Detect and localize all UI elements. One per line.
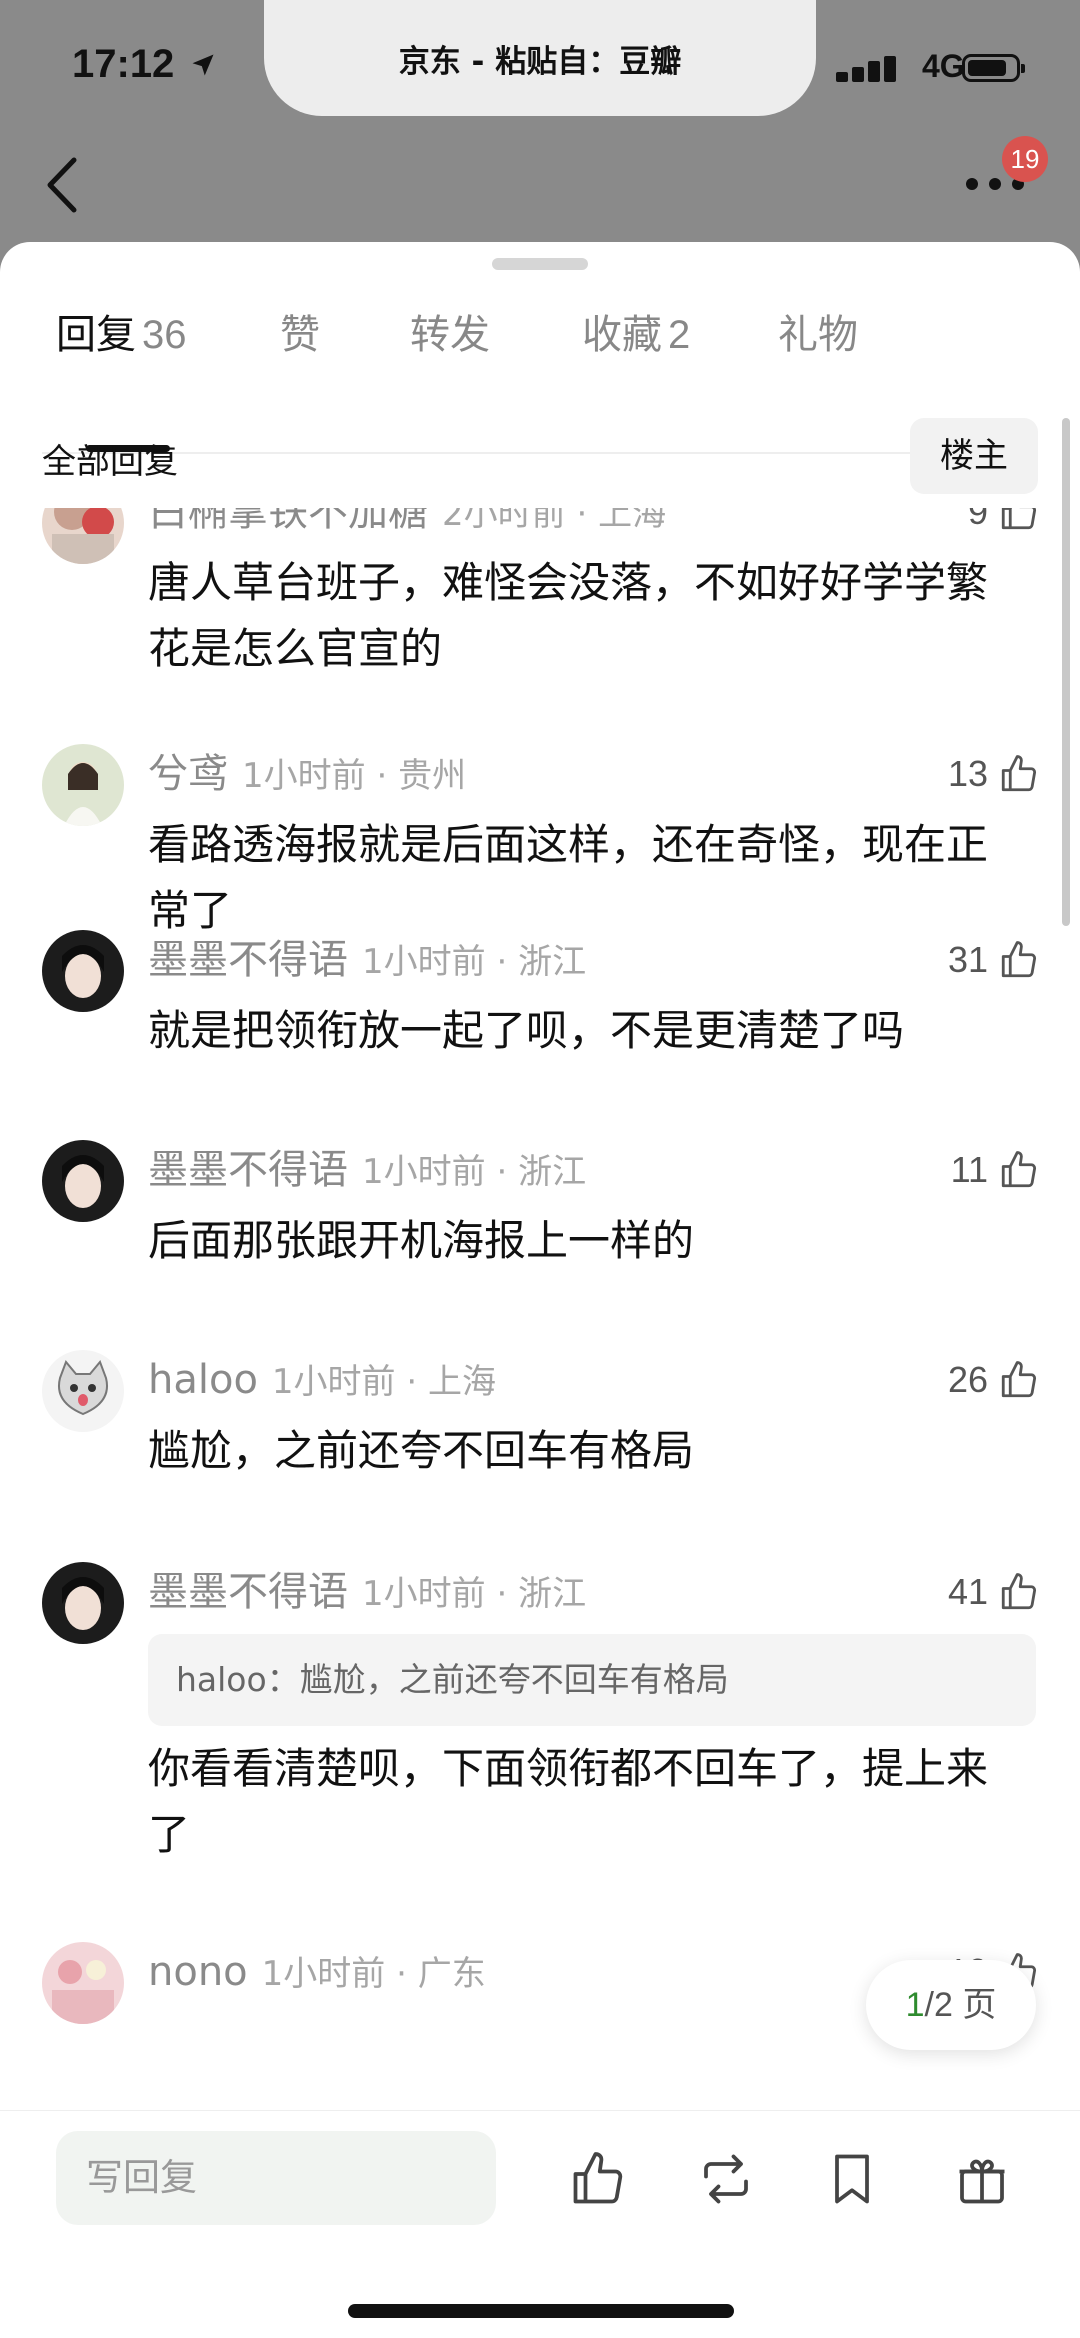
list-item: haloo 1小时前 · 上海 26 尴尬，之前还夸不回车有格局 (0, 1350, 1080, 1475)
like-button[interactable]: 11 (951, 1140, 1040, 1200)
current-page: 1 (905, 1986, 925, 2024)
thumbs-up-icon (1001, 941, 1037, 978)
comment-location: 贵州 (398, 756, 467, 796)
quoted-author: haloo (176, 1660, 267, 1699)
avatar[interactable] (42, 744, 124, 826)
comment-time: 1小时前 (271, 1362, 396, 1402)
tabs-divider (42, 452, 1038, 454)
list-item: 墨墨不得语 1小时前 · 浙江 11 后面那张跟开机海报上一样的 (0, 1140, 1080, 1265)
comment-time: 1小时前 (362, 942, 486, 982)
comment-author[interactable]: 兮鸢 (148, 751, 228, 797)
signal-icon (836, 56, 896, 82)
comment-time: 1小时前 (362, 1152, 486, 1192)
comment-author[interactable]: 墨墨不得语 (148, 1147, 348, 1193)
comment-location: 上海 (428, 1362, 496, 1402)
network-type: 4G (922, 48, 965, 84)
comment-time: 1小时前 (261, 1954, 386, 1994)
avatar[interactable] (42, 1562, 124, 1644)
avatar[interactable] (42, 1140, 124, 1222)
thumbs-up-icon (1001, 1361, 1037, 1398)
comment-author[interactable]: nono (148, 1949, 248, 1995)
gift-icon[interactable] (952, 2149, 1012, 2209)
thumbs-up-icon (1001, 1151, 1037, 1188)
thumbs-up-icon (1001, 508, 1037, 530)
tab-reposts[interactable]: 转发 (410, 302, 490, 360)
comment-text: 唐人草台班子，难怪会没落，不如好好学学繁花是怎么官宣的 (148, 558, 989, 673)
total-pages: /2 页 (924, 1986, 997, 2024)
comment-text: 你看看清楚呗，下面领衔都不回车了，提上来了 (148, 1744, 989, 1859)
avatar[interactable] (42, 1942, 124, 2024)
like-icon[interactable] (568, 2149, 628, 2209)
list-item: 白椭拿铁不加糖 2小时前 · 上海 9 唐人草台班子，难怪会没落，不如好好学学繁花… (0, 508, 1080, 673)
like-button[interactable]: 9 (968, 508, 1040, 542)
quoted-reply[interactable]: haloo：尴尬，之前还夸不回车有格局 (148, 1634, 1036, 1726)
comment-time: 2小时前 (442, 508, 566, 534)
tab-gifts[interactable]: 礼物 (778, 302, 858, 360)
avatar[interactable] (42, 1350, 124, 1432)
comment-time: 1小时前 (362, 1574, 486, 1614)
like-count: 13 (947, 753, 988, 794)
like-count: 31 (947, 939, 988, 980)
battery-icon (962, 54, 1025, 82)
like-count: 41 (947, 1571, 988, 1612)
status-time: 17:12 (72, 42, 217, 87)
list-item: 墨墨不得语 1小时前 · 浙江 41 haloo：尴尬，之前还夸不回车有格局 你看… (0, 1562, 1080, 1892)
list-item: 兮鸢 1小时前 · 贵州 13 看路透海报就是后面这样，还在奇怪，现在正常了 (0, 744, 1080, 935)
avatar[interactable] (42, 508, 124, 564)
status-bar: 17:12 京东 - 粘贴自：豆瓣 4G (0, 0, 1080, 140)
like-button[interactable]: 26 (948, 1350, 1040, 1410)
back-chevron-icon[interactable] (38, 150, 88, 220)
comment-author[interactable]: 墨墨不得语 (148, 1569, 348, 1615)
tab-favorites[interactable]: 收藏 2 (582, 302, 690, 360)
quoted-text: 尴尬，之前还夸不回车有格局 (299, 1660, 729, 1699)
like-button[interactable]: 31 (948, 930, 1040, 990)
page-indicator[interactable]: 1/2 页 (866, 1960, 1036, 2050)
comment-location: 浙江 (518, 1574, 587, 1614)
like-button[interactable]: 13 (948, 744, 1040, 804)
tab-bar: 回复 36 赞 转发 收藏 2 礼物 (0, 302, 1080, 454)
scrollbar[interactable] (1062, 418, 1070, 926)
list-item: 墨墨不得语 1小时前 · 浙江 31 就是把领衔放一起了呗，不是更清楚了吗 (0, 930, 1080, 1055)
tab-replies[interactable]: 回复 36 (56, 302, 187, 360)
paste-notice[interactable]: 京东 - 粘贴自：豆瓣 (264, 0, 816, 116)
thumbs-up-icon (1001, 1573, 1037, 1610)
comment-time: 1小时前 (242, 756, 366, 796)
like-count: 11 (950, 1149, 988, 1190)
reply-input[interactable]: 写回复 (56, 2131, 496, 2225)
like-count: 9 (967, 508, 988, 532)
comment-text: 后面那张跟开机海报上一样的 (148, 1216, 695, 1265)
comment-text: 看路透海报就是后面这样，还在奇怪，现在正常了 (148, 820, 989, 935)
comment-list: 白椭拿铁不加糖 2小时前 · 上海 9 唐人草台班子，难怪会没落，不如好好学学繁花… (0, 508, 1080, 2338)
tab-likes[interactable]: 赞 (280, 302, 320, 360)
location-arrow-icon (192, 54, 214, 76)
all-replies-label: 全部回复 (42, 442, 178, 482)
comment-text: 就是把领衔放一起了呗，不是更清楚了吗 (148, 1006, 905, 1055)
like-count: 26 (947, 1359, 988, 1400)
comment-location: 浙江 (518, 1152, 587, 1192)
op-only-button[interactable]: 楼主 (910, 418, 1038, 494)
comment-location: 广东 (417, 1954, 486, 1994)
notification-badge: 19 (1002, 136, 1048, 182)
avatar[interactable] (42, 930, 124, 1012)
comment-author[interactable]: 墨墨不得语 (148, 937, 348, 983)
comment-text: 尴尬，之前还夸不回车有格局 (148, 1426, 695, 1475)
bookmark-icon[interactable] (822, 2149, 882, 2209)
repost-icon[interactable] (696, 2149, 756, 2209)
sheet-grabber[interactable] (492, 258, 588, 270)
comment-author[interactable]: 白椭拿铁不加糖 (148, 508, 428, 535)
home-indicator[interactable] (348, 2304, 734, 2318)
comment-location: 浙江 (518, 942, 587, 982)
comment-author[interactable]: haloo (148, 1357, 258, 1403)
like-button[interactable]: 41 (948, 1562, 1040, 1622)
comment-location: 上海 (598, 508, 667, 534)
thumbs-up-icon (1001, 755, 1037, 792)
